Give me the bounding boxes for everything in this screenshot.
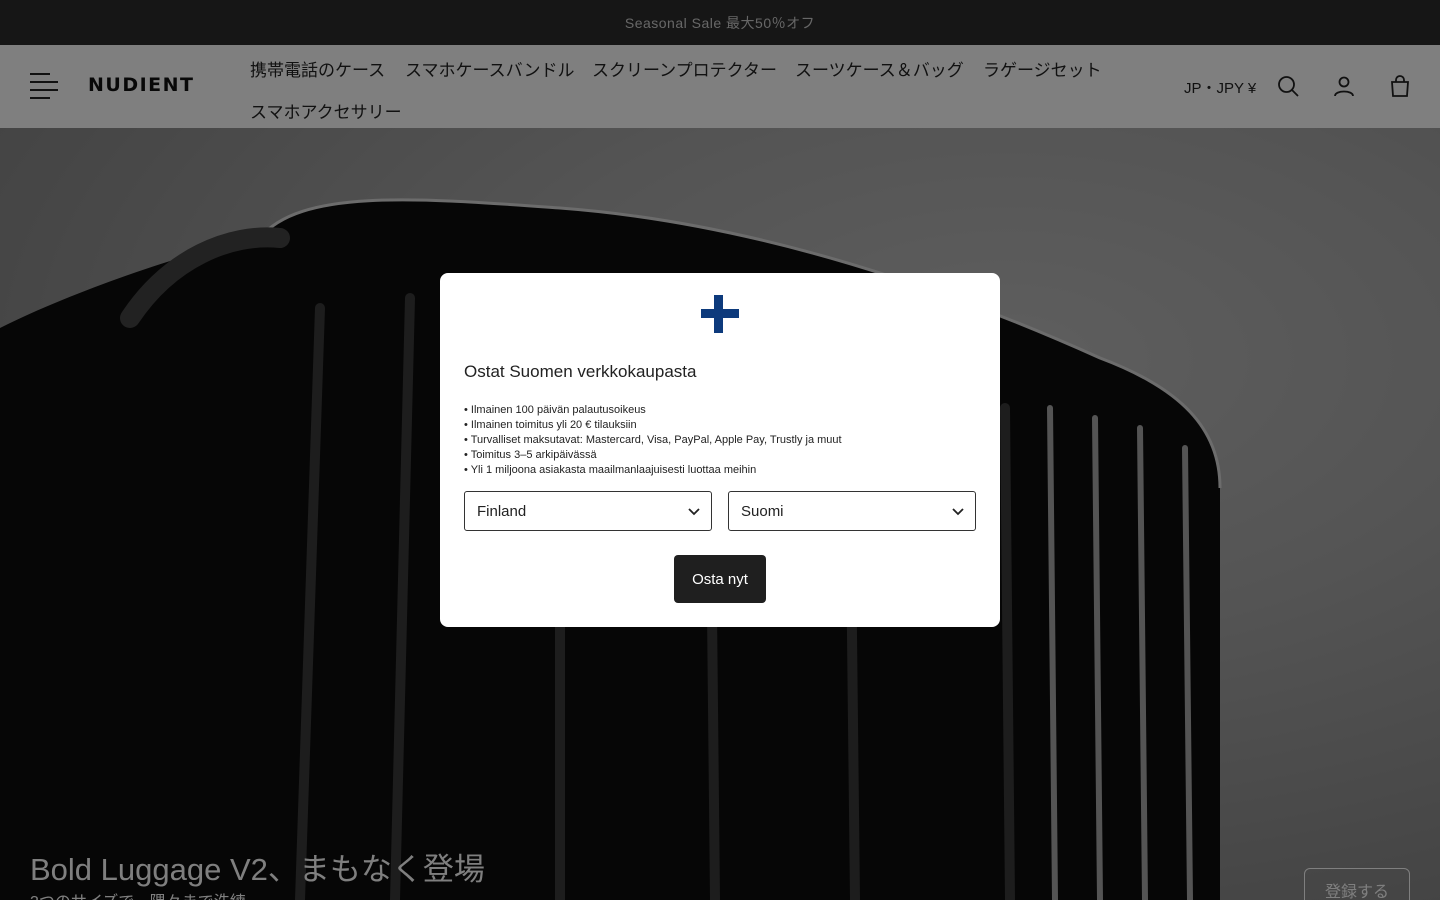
modal-title: Ostat Suomen verkkokaupasta bbox=[464, 362, 697, 381]
country-select-value: Finland bbox=[477, 502, 527, 520]
finland-flag-icon bbox=[701, 295, 739, 333]
country-select[interactable]: Finland bbox=[464, 491, 712, 531]
benefit-item: • Toimitus 3–5 arkipäivässä bbox=[464, 449, 597, 461]
region-modal: Ostat Suomen verkkokaupasta • Ilmainen 1… bbox=[440, 273, 1000, 627]
language-select-value: Suomi bbox=[741, 502, 784, 520]
chevron-down-icon bbox=[688, 508, 700, 516]
benefit-item: • Turvalliset maksutavat: Mastercard, Vi… bbox=[464, 434, 842, 446]
benefits-list: • Ilmainen 100 päivän palautusoikeus • I… bbox=[464, 403, 842, 478]
benefit-item: • Yli 1 miljoona asiakasta maailmanlaaju… bbox=[464, 464, 757, 476]
benefit-item: • Ilmainen toimitus yli 20 € tilauksiin bbox=[464, 419, 637, 431]
buy-now-button[interactable]: Osta nyt bbox=[674, 555, 766, 603]
chevron-down-icon bbox=[952, 508, 964, 516]
benefit-item: • Ilmainen 100 päivän palautusoikeus bbox=[464, 404, 646, 416]
language-select[interactable]: Suomi bbox=[728, 491, 976, 531]
